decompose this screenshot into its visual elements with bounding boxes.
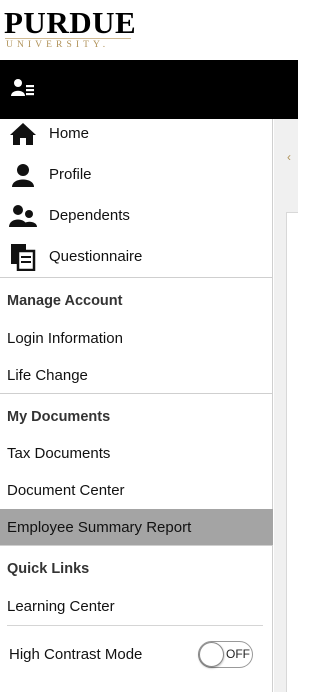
purdue-logo[interactable]: PURDUE UNIVERSITY.	[0, 0, 298, 60]
user-list-icon[interactable]	[10, 76, 36, 102]
logo-rule	[5, 38, 131, 39]
home-icon	[8, 119, 38, 149]
high-contrast-row: High Contrast Mode OFF	[0, 627, 273, 683]
dependents-icon	[8, 201, 38, 231]
divider	[0, 545, 273, 546]
my-documents-header: My Documents	[7, 409, 111, 425]
top-bar	[0, 60, 298, 119]
document-center-link[interactable]: Document Center	[0, 472, 273, 508]
sidebar-item-label: Dependents	[49, 207, 130, 224]
main-card	[286, 212, 298, 692]
divider	[0, 393, 273, 394]
logo-subtitle: UNIVERSITY.	[6, 40, 110, 50]
quick-links-header: Quick Links	[7, 561, 90, 577]
learning-center-link[interactable]: Learning Center	[0, 588, 273, 624]
profile-icon	[8, 160, 38, 190]
manage-account-header: Manage Account	[7, 293, 123, 309]
divider	[0, 277, 273, 278]
sidebar-item-home[interactable]: Home	[0, 113, 273, 154]
high-contrast-toggle[interactable]: OFF	[198, 641, 253, 668]
sidebar-item-questionnaire[interactable]: Questionnaire	[0, 236, 273, 277]
divider	[7, 625, 263, 626]
sidebar-item-profile[interactable]: Profile	[0, 154, 273, 195]
life-change-link[interactable]: Life Change	[0, 357, 273, 393]
sidebar-item-label: Profile	[49, 166, 92, 183]
sidebar-item-label: Questionnaire	[49, 248, 143, 265]
logo-wordmark: PURDUE	[4, 5, 137, 40]
high-contrast-label: High Contrast Mode	[9, 646, 143, 663]
tax-documents-link[interactable]: Tax Documents	[0, 435, 273, 471]
employee-summary-report-link[interactable]: Employee Summary Report	[0, 509, 273, 545]
questionnaire-icon	[8, 242, 38, 272]
login-information-link[interactable]: Login Information	[0, 320, 273, 356]
breadcrumb-fragment-icon: ‹	[287, 150, 291, 164]
sidebar-item-label: Home	[49, 125, 90, 142]
toggle-state-text: OFF	[226, 647, 250, 661]
toggle-knob	[199, 642, 224, 667]
sidebar-item-dependents[interactable]: Dependents	[0, 195, 273, 236]
